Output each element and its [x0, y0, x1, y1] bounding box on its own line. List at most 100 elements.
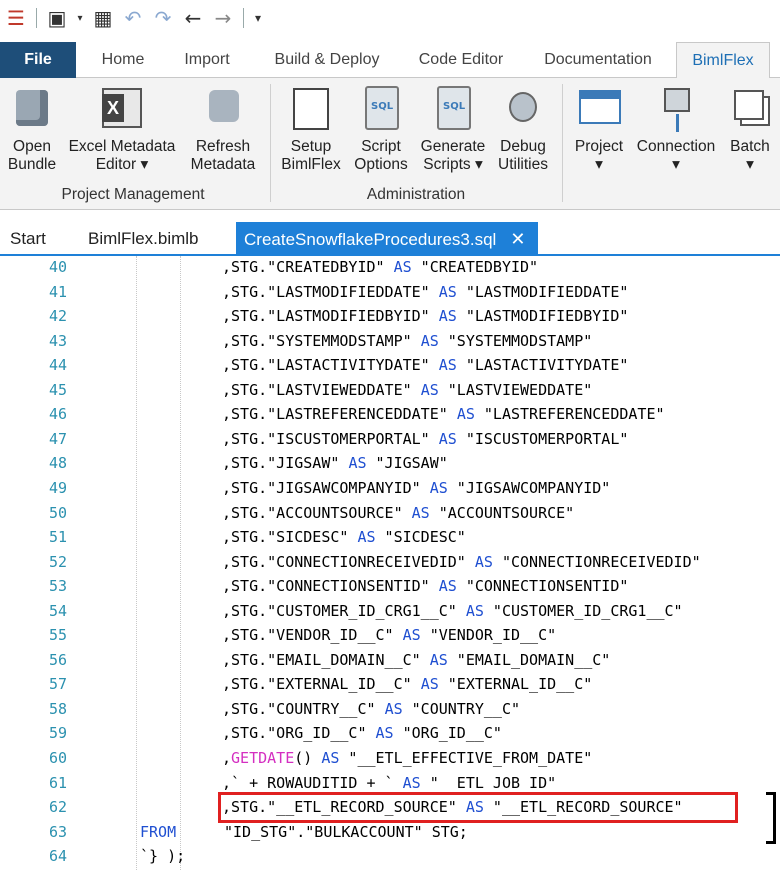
- code-line: 47 ,STG."ISCUSTOMERPORTAL" AS "ISCUSTOMER…: [0, 430, 780, 455]
- project-label: Project ▾: [574, 138, 624, 173]
- keyword-as: AS: [375, 724, 394, 743]
- line-number: 63: [48, 822, 67, 841]
- code-segment: ,` + ROWAUDITID + `: [222, 773, 403, 792]
- project-icon[interactable]: ▦: [91, 6, 115, 30]
- open-bundle-button[interactable]: Open Bundle: [0, 84, 64, 174]
- code-segment: "LASTREFERENCEDDATE": [474, 405, 665, 424]
- script-options-button[interactable]: SQL Script Options: [348, 84, 414, 174]
- tab-file[interactable]: File: [0, 42, 76, 78]
- tab-bimlflex[interactable]: BimlFlex: [676, 42, 770, 79]
- build-icon[interactable]: ▣: [45, 6, 69, 30]
- code-segment: ,STG."ACCOUNTSOURCE": [222, 503, 412, 522]
- keyword-as: AS: [411, 503, 430, 522]
- debug-utilities-button[interactable]: Debug Utilities: [492, 84, 554, 174]
- keyword-as: AS: [420, 675, 439, 694]
- keyword-as: AS: [420, 380, 439, 399]
- keyword-as: AS: [357, 528, 376, 547]
- generate-scripts-label: Generate Scripts ▾: [420, 138, 486, 173]
- keyword-as: AS: [438, 356, 457, 375]
- code-segment: ,STG."LASTVIEWEDDATE": [222, 380, 421, 399]
- code-text: ,STG."CUSTOMER_ID_CRG1__C" AS "CUSTOMER_…: [222, 602, 683, 620]
- connection-button[interactable]: Connection ▾: [632, 84, 720, 174]
- code-segment: "__ETL_EFFECTIVE_FROM_DATE": [339, 749, 593, 767]
- code-line: 53 ,STG."CONNECTIONSENTID" AS "CONNECTION…: [0, 577, 780, 602]
- separator: [243, 8, 244, 28]
- batch-icon: [734, 90, 764, 120]
- code-line: 57 ,STG."EXTERNAL_ID__C" AS "EXTERNAL_ID_…: [0, 675, 780, 700]
- keyword-as: AS: [402, 773, 421, 792]
- code-line: 52 ,STG."CONNECTIONRECEIVEDID" AS "CONNEC…: [0, 553, 780, 578]
- code-segment: ,STG."LASTMODIFIEDDATE": [222, 282, 439, 301]
- dropdown-icon[interactable]: ▾: [75, 6, 85, 30]
- setup-bimlflex-label: Setup BimlFlex: [281, 138, 341, 173]
- code-text: ,STG."EXTERNAL_ID__C" AS "EXTERNAL_ID__C…: [222, 675, 592, 693]
- code-segment: "EMAIL_DOMAIN__C": [447, 650, 611, 669]
- annotation-bracket: [766, 792, 776, 844]
- setup-bimlflex-button[interactable]: Setup BimlFlex: [276, 84, 346, 174]
- puzzle-icon: [209, 90, 239, 122]
- group-label-project-management: Project Management: [61, 186, 205, 203]
- redo-icon[interactable]: ↷: [151, 6, 175, 30]
- line-number: 53: [48, 577, 67, 596]
- code-line: 50 ,STG."ACCOUNTSOURCE" AS "ACCOUNTSOURCE…: [0, 504, 780, 529]
- code-segment: "LASTACTIVITYDATE": [456, 356, 629, 375]
- code-line: 49 ,STG."JIGSAWCOMPANYID" AS "JIGSAWCOMPA…: [0, 479, 780, 504]
- code-text: ,STG."ACCOUNTSOURCE" AS "ACCOUNTSOURCE": [222, 504, 574, 522]
- back-icon[interactable]: ←: [181, 6, 205, 30]
- refresh-metadata-label: Refresh Metadata: [190, 138, 256, 173]
- document-tabs: Start BimlFlex.bimlb CreateSnowflakeProc…: [0, 222, 780, 256]
- tab-import[interactable]: Import: [172, 42, 242, 78]
- generate-scripts-button[interactable]: SQL Generate Scripts ▾: [416, 84, 490, 174]
- forward-icon[interactable]: →: [211, 6, 235, 30]
- tab-build-deploy[interactable]: Build & Deploy: [262, 42, 392, 78]
- code-segment: ,STG."LASTMODIFIEDBYID": [222, 307, 439, 326]
- separator: [36, 8, 37, 28]
- line-number: 62: [48, 798, 67, 817]
- code-segment: ,STG."CONNECTIONSENTID": [222, 577, 439, 596]
- keyword-as: AS: [348, 454, 367, 473]
- code-text: ,STG."LASTMODIFIEDBYID" AS "LASTMODIFIED…: [222, 307, 628, 325]
- refresh-metadata-button[interactable]: Refresh Metadata: [182, 84, 264, 174]
- tab-documentation[interactable]: Documentation: [532, 42, 664, 78]
- excel-metadata-editor-label: Excel Metadata Editor ▾: [68, 138, 176, 173]
- line-number: 58: [48, 699, 67, 718]
- undo-icon[interactable]: ↶: [121, 6, 145, 30]
- doc-tab-start[interactable]: Start: [10, 222, 46, 256]
- ribbon: Open Bundle Excel Metadata Editor ▾ Refr…: [0, 78, 780, 210]
- code-line: 44 ,STG."LASTACTIVITYDATE" AS "LASTACTIVI…: [0, 356, 780, 381]
- line-number: 41: [48, 282, 67, 301]
- batch-button[interactable]: Batch ▾: [722, 84, 778, 174]
- line-number: 48: [48, 454, 67, 473]
- keyword-as: AS: [438, 429, 457, 448]
- customize-icon[interactable]: ▾: [252, 6, 264, 30]
- close-icon[interactable]: ✕: [510, 229, 525, 249]
- project-button[interactable]: Project ▾: [568, 84, 630, 174]
- code-text: ,STG."JIGSAWCOMPANYID" AS "JIGSAWCOMPANY…: [222, 479, 610, 497]
- project-icon: [579, 90, 621, 124]
- code-segment: ,STG."JIGSAWCOMPANYID": [222, 478, 430, 497]
- doc-tab-create-snowflake-procedures[interactable]: CreateSnowflakeProcedures3.sql ✕: [236, 222, 538, 256]
- code-text: ,STG."VENDOR_ID__C" AS "VENDOR_ID__C": [222, 626, 556, 644]
- line-number: 44: [48, 356, 67, 375]
- excel-metadata-editor-button[interactable]: Excel Metadata Editor ▾: [64, 84, 180, 174]
- line-number: 52: [48, 552, 67, 571]
- tab-code-editor[interactable]: Code Editor: [408, 42, 514, 78]
- code-segment: ,STG."SICDESC": [222, 528, 358, 547]
- code-text: ,STG."SYSTEMMODSTAMP" AS "SYSTEMMODSTAMP…: [222, 332, 592, 350]
- code-editor[interactable]: 40 ,STG."CREATEDBYID" AS "CREATEDBYID" 41,…: [0, 256, 780, 870]
- line-number: 43: [48, 331, 67, 350]
- code-text: `} );: [140, 847, 186, 866]
- keyword-as: AS: [465, 601, 484, 620]
- code-text: ,STG."ORG_ID__C" AS "ORG_ID__C": [222, 724, 502, 742]
- code-line: 58 ,STG."COUNTRY__C" AS "COUNTRY__C": [0, 700, 780, 725]
- line-number: 55: [48, 626, 67, 645]
- code-segment: "CUSTOMER_ID_CRG1__C": [483, 601, 683, 620]
- code-segment: ,STG."CONNECTIONRECEIVEDID": [222, 552, 475, 571]
- code-segment: "LASTVIEWEDDATE": [438, 380, 593, 399]
- group-separator: [270, 84, 271, 202]
- code-line: 46 ,STG."LASTREFERENCEDDATE" AS "LASTREFE…: [0, 405, 780, 430]
- doc-tab-bimlflex-bimlb[interactable]: BimlFlex.bimlb: [88, 222, 199, 256]
- code-segment: "ISCUSTOMERPORTAL": [456, 429, 629, 448]
- line-number: 49: [48, 478, 67, 497]
- tab-home[interactable]: Home: [88, 42, 158, 78]
